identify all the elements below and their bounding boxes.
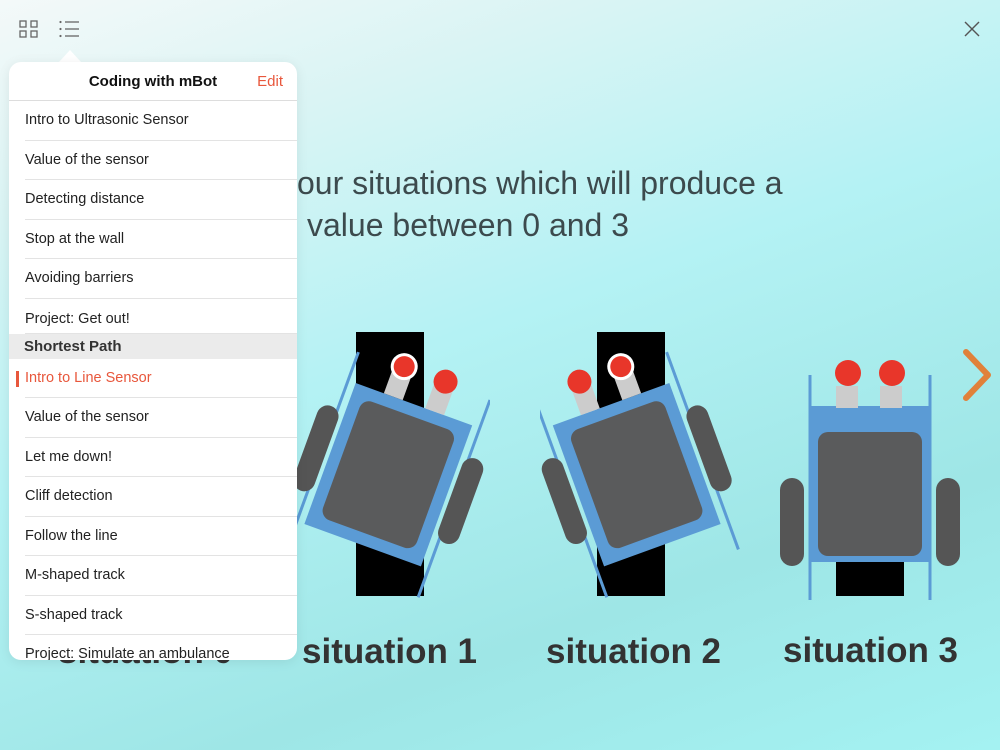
grid-icon[interactable] (18, 18, 40, 40)
list-item[interactable]: Project: Simulate an ambulance (9, 635, 297, 660)
page-heading: our situations which will produce a valu… (297, 162, 857, 246)
list-item[interactable]: Detecting distance (9, 180, 297, 220)
edit-button[interactable]: Edit (257, 73, 283, 90)
section-header: Shortest Path (9, 333, 297, 359)
situation-label: situation 3 (783, 631, 959, 670)
close-icon[interactable] (961, 18, 983, 40)
heading-line-1: our situations which will produce a (297, 165, 783, 201)
list-item[interactable]: Intro to Ultrasonic Sensor (9, 101, 297, 141)
list-icon[interactable] (58, 18, 80, 40)
list-item[interactable]: S-shaped track (9, 596, 297, 636)
popover-header: Coding with mBot Edit (9, 62, 297, 101)
list-item[interactable]: Cliff detection (9, 477, 297, 517)
situation-label: situation 2 (546, 632, 722, 671)
list-item-active[interactable]: Intro to Line Sensor (9, 359, 297, 399)
heading-line-2: value between 0 and 3 (307, 207, 630, 243)
list-item[interactable]: Follow the line (9, 517, 297, 557)
list-item[interactable]: Project: Get out! (9, 299, 297, 334)
list-item[interactable]: Stop at the wall (9, 220, 297, 260)
robot-situation-3 (780, 360, 960, 600)
chevron-right-icon[interactable] (958, 348, 994, 402)
lesson-list-popover: Coding with mBot Edit Intro to Ultrasoni… (9, 62, 297, 660)
list-item[interactable]: Value of the sensor (9, 141, 297, 181)
list-item[interactable]: Avoiding barriers (9, 259, 297, 299)
robot-situation-2 (540, 332, 740, 598)
robot-situation-1 (290, 332, 490, 598)
list-item[interactable]: M-shaped track (9, 556, 297, 596)
list-item[interactable]: Let me down! (9, 438, 297, 478)
popover-arrow (59, 50, 81, 62)
situation-label: situation 1 (302, 632, 478, 671)
list-item[interactable]: Value of the sensor (9, 398, 297, 438)
popover-title: Coding with mBot (88, 73, 218, 90)
